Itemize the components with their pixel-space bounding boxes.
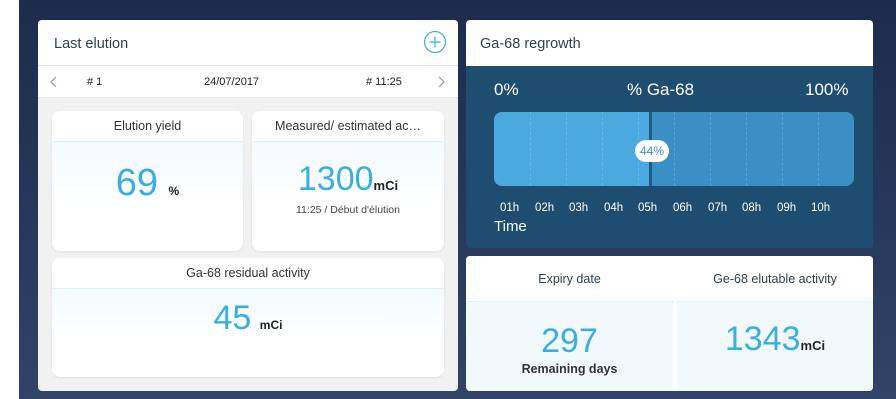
hour-tick-label: 05h: [638, 202, 658, 214]
bar-grid-line: [530, 112, 531, 186]
hour-tick-label: 08h: [742, 202, 762, 214]
measured-activity-card: Measured/ estimated ac… 1300mCi 11:25 / …: [252, 111, 444, 251]
scale-max-label: 100%: [805, 80, 849, 99]
expiry-panel: Expiry date Ge-68 elutable activity 297 …: [466, 256, 873, 391]
elution-yield-title: Elution yield: [52, 111, 243, 142]
regrowth-progress-fill: [494, 112, 652, 186]
residual-activity-card: Ga-68 residual activity 45 mCi: [52, 258, 444, 377]
remaining-days-label: Remaining days: [521, 362, 618, 376]
measured-activity-value: 1300: [297, 160, 374, 198]
hour-tick-label: 03h: [569, 202, 589, 214]
elution-yield-body: 69 %: [52, 142, 243, 251]
bar-grid-line: [674, 112, 675, 186]
measured-activity-subtitle: 11:25 / Début d'élution: [296, 204, 400, 216]
residual-activity-body: 45 mCi: [52, 289, 444, 377]
expiry-date-body: 297 Remaining days: [466, 302, 673, 391]
elution-yield-card: Elution yield 69 %: [52, 111, 243, 251]
bar-grid-line: [818, 112, 819, 186]
bar-grid-line: [746, 112, 747, 186]
expiry-date-title: Expiry date: [466, 256, 673, 302]
expiry-days-value: 297: [541, 322, 598, 360]
bar-grid-line: [710, 112, 711, 186]
plus-circle-icon[interactable]: [423, 30, 447, 54]
time-axis-label: Time: [494, 218, 527, 235]
elution-time: # 11:25: [366, 76, 402, 88]
elutable-activity-value: 1343: [724, 320, 801, 358]
elution-date: 24/07/2017: [204, 76, 260, 88]
hour-tick-label: 01h: [500, 202, 520, 214]
hour-tick-label: 07h: [708, 202, 728, 214]
elution-yield-unit: %: [168, 184, 180, 198]
chevron-left-icon[interactable]: [49, 76, 59, 88]
regrowth-percent-badge: 44%: [635, 140, 669, 162]
hour-tick-label: 06h: [673, 202, 693, 214]
measured-activity-body: 1300mCi 11:25 / Début d'élution: [252, 142, 444, 251]
regrowth-progress-bar: [494, 112, 854, 186]
last-elution-title: Last elution: [54, 36, 129, 52]
last-elution-header: Last elution: [38, 20, 458, 66]
residual-activity-title: Ga-68 residual activity: [52, 258, 444, 289]
residual-activity-value: 45: [213, 299, 252, 337]
elution-yield-value: 69: [115, 162, 159, 204]
elutable-activity-unit: mCi: [800, 338, 826, 353]
scale-title-label: % Ga-68: [627, 80, 695, 99]
bar-grid-line: [602, 112, 603, 186]
elution-number: # 1: [87, 76, 103, 88]
regrowth-body: 0% % Ga-68 100% 44% 01h 02h 03h 04h 05h 06h 07…: [466, 66, 873, 248]
regrowth-panel: Ga-68 regrowth 0% % Ga-68 100% 44% 01h 02…: [466, 20, 873, 248]
measured-activity-title: Measured/ estimated ac…: [252, 111, 444, 142]
elutable-activity-body: 1343mCi: [677, 302, 873, 391]
bar-grid-line: [782, 112, 783, 186]
regrowth-header: Ga-68 regrowth: [466, 20, 873, 66]
scale-min-label: 0%: [494, 80, 519, 99]
window-edge: [0, 0, 19, 399]
measured-activity-unit: mCi: [373, 178, 399, 193]
residual-activity-unit: mCi: [259, 318, 283, 332]
regrowth-title: Ga-68 regrowth: [480, 36, 581, 52]
hour-tick-label: 09h: [777, 202, 797, 214]
hour-tick-label: 10h: [811, 202, 831, 214]
hour-tick-label: 04h: [604, 202, 624, 214]
hour-tick-label: 02h: [535, 202, 555, 214]
elution-navigator: # 1 24/07/2017 # 11:25: [38, 66, 458, 98]
bar-grid-line: [566, 112, 567, 186]
chevron-right-icon[interactable]: [436, 76, 446, 88]
last-elution-panel: Last elution # 1 24/07/2017 # 11:25 Elut…: [38, 20, 458, 391]
elutable-activity-title: Ge-68 elutable activity: [677, 256, 873, 302]
